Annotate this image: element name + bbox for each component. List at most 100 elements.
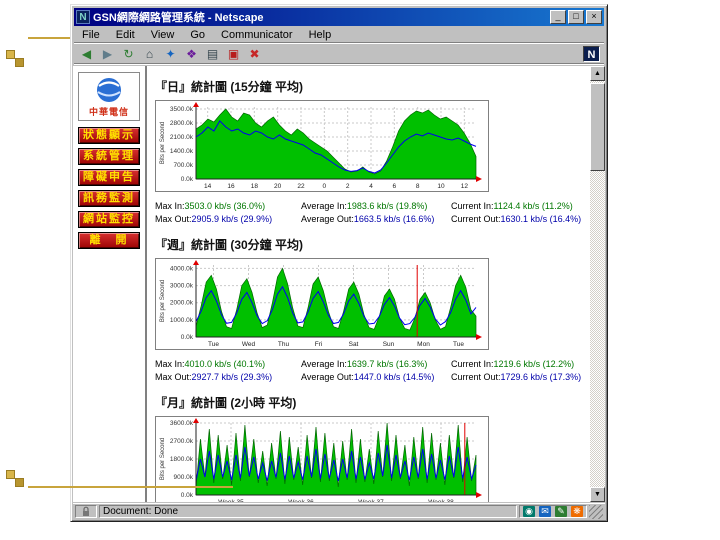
search-icon[interactable]: ✦	[162, 46, 179, 62]
stat-label: Current In:	[451, 201, 494, 211]
menu-edit[interactable]: Edit	[108, 28, 143, 42]
reload-icon[interactable]: ↻	[120, 46, 137, 62]
stat-label: Current Out:	[451, 372, 501, 382]
logo-caption: 中華電信	[88, 107, 129, 117]
stats-row-out: Max Out:2905.9 kb/s (29.9%) Average Out:…	[155, 213, 590, 226]
menu-communicator[interactable]: Communicator	[213, 28, 301, 42]
svg-text:Week 38: Week 38	[428, 499, 454, 502]
svg-text:Wed: Wed	[242, 341, 256, 348]
svg-text:Bits per Second: Bits per Second	[160, 438, 166, 480]
stat-label: Current In:	[451, 359, 494, 369]
svg-text:6: 6	[393, 183, 397, 190]
stop-icon[interactable]: ✖	[246, 46, 263, 62]
stat-value: 2927.7 kb/s (29.3%)	[191, 372, 273, 382]
svg-text:Bits per Second: Bits per Second	[160, 280, 166, 322]
security-lock-icon[interactable]	[75, 505, 97, 518]
stats-row-in: Max In:3503.0 kb/s (36.0%) Average In:19…	[155, 200, 590, 213]
stat-value: 1729.6 kb/s (17.3%)	[500, 372, 582, 382]
svg-text:Week 35: Week 35	[218, 499, 244, 502]
globe-logo-icon	[97, 78, 121, 102]
security-icon[interactable]: ▣	[225, 46, 242, 62]
print-icon[interactable]: ▤	[204, 46, 221, 62]
discussions-icon[interactable]: ❋	[571, 506, 583, 517]
scrollbar-thumb[interactable]	[590, 83, 605, 171]
stat-value: 1447.0 kb/s (14.5%)	[353, 372, 435, 382]
menu-file[interactable]: File	[74, 28, 108, 42]
slide-accent-square	[6, 50, 15, 59]
stat-value: 1983.6 kb/s (19.8%)	[346, 201, 428, 211]
svg-text:Week 37: Week 37	[358, 499, 384, 502]
scroll-down-icon[interactable]: ▼	[590, 487, 605, 502]
stat-value: 1663.5 kb/s (16.6%)	[353, 214, 435, 224]
status-message-cell: Document: Done	[99, 505, 517, 518]
browser-window: N GSN網際網路管理系統 - Netscape _ □ × File Edit…	[70, 4, 608, 522]
svg-text:4000.0k: 4000.0k	[170, 265, 194, 272]
forward-icon[interactable]: ▶	[99, 46, 116, 62]
svg-text:0.0k: 0.0k	[181, 176, 194, 183]
svg-text:18: 18	[251, 183, 259, 190]
svg-text:0.0k: 0.0k	[181, 334, 194, 341]
stat-value: 1630.1 kb/s (16.4%)	[500, 214, 582, 224]
svg-text:12: 12	[461, 183, 469, 190]
svg-text:16: 16	[227, 183, 235, 190]
close-button[interactable]: ×	[586, 10, 602, 24]
title-bar[interactable]: N GSN網際網路管理系統 - Netscape _ □ ×	[74, 8, 604, 26]
monthly-traffic-graph: 0.0k 900.0k 1800.0k 2700.0k 3600.0k Week 35 We…	[155, 416, 489, 502]
daily-stats: Max In:3503.0 kb/s (36.0%) Average In:19…	[155, 200, 590, 226]
slide-accent-square	[6, 470, 15, 479]
browser-content: 中華電信 狀態顯示 系統管理 障礙申告 訊務監測 網站監控 離 開 『日』統計圖…	[73, 66, 605, 502]
svg-text:0: 0	[323, 183, 327, 190]
home-icon[interactable]: ⌂	[141, 46, 158, 62]
stat-label: Max Out:	[155, 372, 192, 382]
svg-text:1400.0k: 1400.0k	[170, 148, 194, 155]
svg-text:Thu: Thu	[278, 341, 290, 348]
svg-text:1800.0k: 1800.0k	[170, 456, 194, 463]
sidebar-item-trouble-report[interactable]: 障礙申告	[78, 169, 140, 186]
stats-row-in: Max In:4010.0 kb/s (40.1%) Average In:16…	[155, 358, 590, 371]
composer-icon[interactable]: ✎	[555, 506, 567, 517]
navigator-icon[interactable]: ◉	[523, 506, 535, 517]
vertical-scrollbar[interactable]: ▲ ▼	[590, 66, 605, 502]
svg-text:700.0k: 700.0k	[173, 162, 193, 169]
menu-help[interactable]: Help	[301, 28, 340, 42]
maximize-button[interactable]: □	[568, 10, 584, 24]
stat-label: Current Out:	[451, 214, 501, 224]
svg-text:900.0k: 900.0k	[173, 474, 193, 481]
traffic-stats-page: 『日』統計圖 (15分鐘 平均) 0.0k 700.0k 1400.0k 2100.0…	[150, 66, 590, 502]
sidebar-item-site-monitoring[interactable]: 網站監控	[78, 211, 140, 228]
scroll-up-icon[interactable]: ▲	[590, 66, 605, 81]
svg-text:Tue: Tue	[453, 341, 464, 348]
minimize-button[interactable]: _	[550, 10, 566, 24]
guide-icon[interactable]: ❖	[183, 46, 200, 62]
slide-accent-line-bottom	[28, 486, 233, 488]
stats-row-out: Max Out:2927.7 kb/s (29.3%) Average Out:…	[155, 371, 590, 384]
menu-bar: File Edit View Go Communicator Help	[74, 27, 604, 43]
stat-value: 1219.6 kb/s (12.2%)	[493, 359, 575, 369]
navigation-toolbar: ◀ ▶ ↻ ⌂ ✦ ❖ ▤ ▣ ✖ N	[74, 44, 604, 64]
navigation-sidebar: 中華電信 狀態顯示 系統管理 障礙申告 訊務監測 網站監控 離 開	[73, 66, 147, 502]
back-icon[interactable]: ◀	[78, 46, 95, 62]
stat-label: Max In:	[155, 359, 185, 369]
sidebar-item-system-management[interactable]: 系統管理	[78, 148, 140, 165]
status-text: Document: Done	[103, 506, 179, 517]
sidebar-item-exit[interactable]: 離 開	[78, 232, 140, 249]
svg-text:2100.0k: 2100.0k	[170, 134, 194, 141]
menu-go[interactable]: Go	[182, 28, 213, 42]
mailbox-icon[interactable]: ✉	[539, 506, 551, 517]
menu-view[interactable]: View	[143, 28, 183, 42]
daily-section: 『日』統計圖 (15分鐘 平均) 0.0k 700.0k 1400.0k 2100.0…	[155, 78, 590, 226]
svg-text:3500.0k: 3500.0k	[170, 106, 194, 113]
svg-text:2: 2	[346, 183, 350, 190]
daily-traffic-graph: 0.0k 700.0k 1400.0k 2100.0k 2800.0k 3500.0k 14…	[155, 100, 489, 192]
resize-grip[interactable]	[589, 504, 603, 519]
sidebar-item-traffic-monitoring[interactable]: 訊務監測	[78, 190, 140, 207]
svg-text:Tue: Tue	[208, 341, 219, 348]
netscape-throbber-icon[interactable]: N	[583, 45, 600, 62]
company-logo: 中華電信	[78, 72, 140, 121]
presentation-slide: N GSN網際網路管理系統 - Netscape _ □ × File Edit…	[0, 0, 720, 540]
window-title: GSN網際網路管理系統 - Netscape	[93, 12, 264, 24]
svg-text:3000.0k: 3000.0k	[170, 283, 194, 290]
weekly-stats: Max In:4010.0 kb/s (40.1%) Average In:16…	[155, 358, 590, 384]
svg-text:Fri: Fri	[315, 341, 323, 348]
sidebar-item-status-display[interactable]: 狀態顯示	[78, 127, 140, 144]
